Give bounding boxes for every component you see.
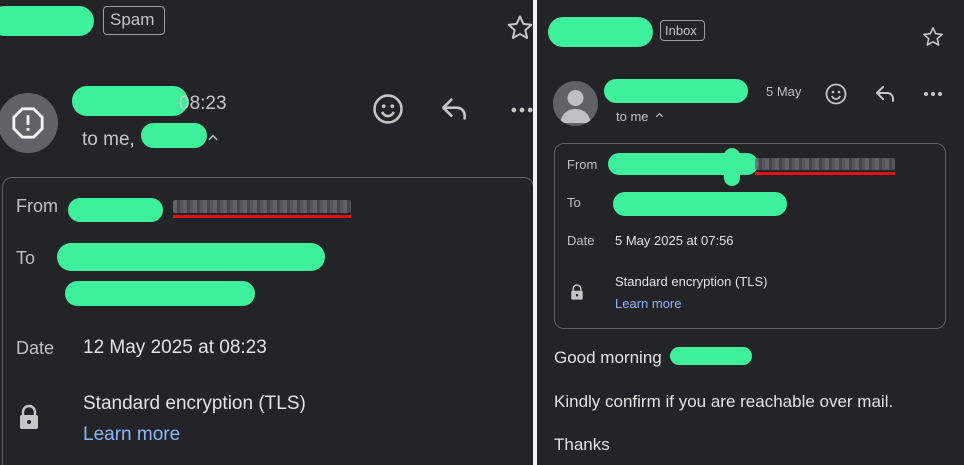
inbox-label-badge[interactable]: Inbox: [660, 20, 705, 41]
chevron-up-icon[interactable]: [206, 131, 220, 145]
inbox-email-pane: Inbox 5 May to me From To Date 5 May 202…: [537, 0, 964, 465]
details-card: From To Date 12 May 2025 at 08:23 Standa…: [2, 177, 533, 465]
redacted-to: [613, 192, 787, 216]
lock-icon: [571, 284, 583, 300]
details-card: From To Date 5 May 2025 at 07:56 Standar…: [554, 143, 946, 329]
redacted-subject: [0, 6, 94, 36]
spam-warning-icon: [12, 107, 44, 139]
redacted-subject: [548, 17, 653, 47]
to-line[interactable]: to me,: [82, 129, 135, 151]
from-label: From: [567, 157, 598, 172]
encryption-text: Standard encryption (TLS): [615, 274, 768, 289]
from-label: From: [16, 196, 58, 216]
body-line-2: Thanks: [554, 435, 610, 454]
date-label: Date: [567, 233, 595, 248]
to-label: To: [567, 195, 581, 210]
more-icon[interactable]: [921, 82, 945, 106]
blurred-from-address: [755, 158, 895, 170]
email-date: 5 May: [766, 84, 802, 99]
learn-more-link[interactable]: Learn more: [83, 424, 180, 446]
blurred-from-address: [173, 200, 351, 213]
redacted-sender-name: [604, 79, 748, 103]
red-underline: [755, 172, 895, 175]
redacted-recipient: [141, 123, 207, 148]
date-label: Date: [16, 338, 55, 358]
reply-icon[interactable]: [437, 93, 471, 125]
emoji-icon[interactable]: [371, 92, 405, 126]
to-label: To: [16, 248, 36, 268]
redacted-from-name: [68, 198, 163, 222]
spam-email-pane: Spam 08:23 to me, From To Date 12 May 20…: [0, 0, 533, 465]
redacted-to-2: [65, 281, 255, 306]
date-value: 12 May 2025 at 08:23: [83, 337, 267, 358]
spam-label-badge[interactable]: Spam: [103, 6, 165, 35]
redacted-recipient-name: [670, 347, 752, 365]
encryption-text: Standard encryption (TLS): [83, 393, 306, 414]
body-greeting: Good morning: [554, 348, 662, 367]
redacted-to-1: [57, 243, 325, 271]
avatar[interactable]: [553, 81, 598, 126]
avatar-icon: [560, 90, 591, 123]
date-value: 5 May 2025 at 07:56: [615, 233, 734, 248]
body-line-1: Kindly confirm if you are reachable over…: [554, 392, 894, 411]
redacted-sender-name: [72, 86, 188, 116]
more-icon[interactable]: [505, 96, 533, 124]
red-underline: [173, 215, 351, 218]
star-icon[interactable]: [921, 25, 945, 49]
spam-avatar[interactable]: [0, 93, 58, 153]
reply-icon[interactable]: [873, 82, 897, 106]
lock-icon: [20, 404, 38, 429]
redacted-from-mark: [724, 148, 740, 186]
chevron-up-icon[interactable]: [654, 110, 665, 121]
emoji-icon[interactable]: [824, 82, 848, 106]
to-line[interactable]: to me: [616, 109, 649, 124]
email-time: 08:23: [179, 93, 227, 114]
star-icon[interactable]: [505, 13, 533, 43]
learn-more-link[interactable]: Learn more: [615, 296, 681, 311]
